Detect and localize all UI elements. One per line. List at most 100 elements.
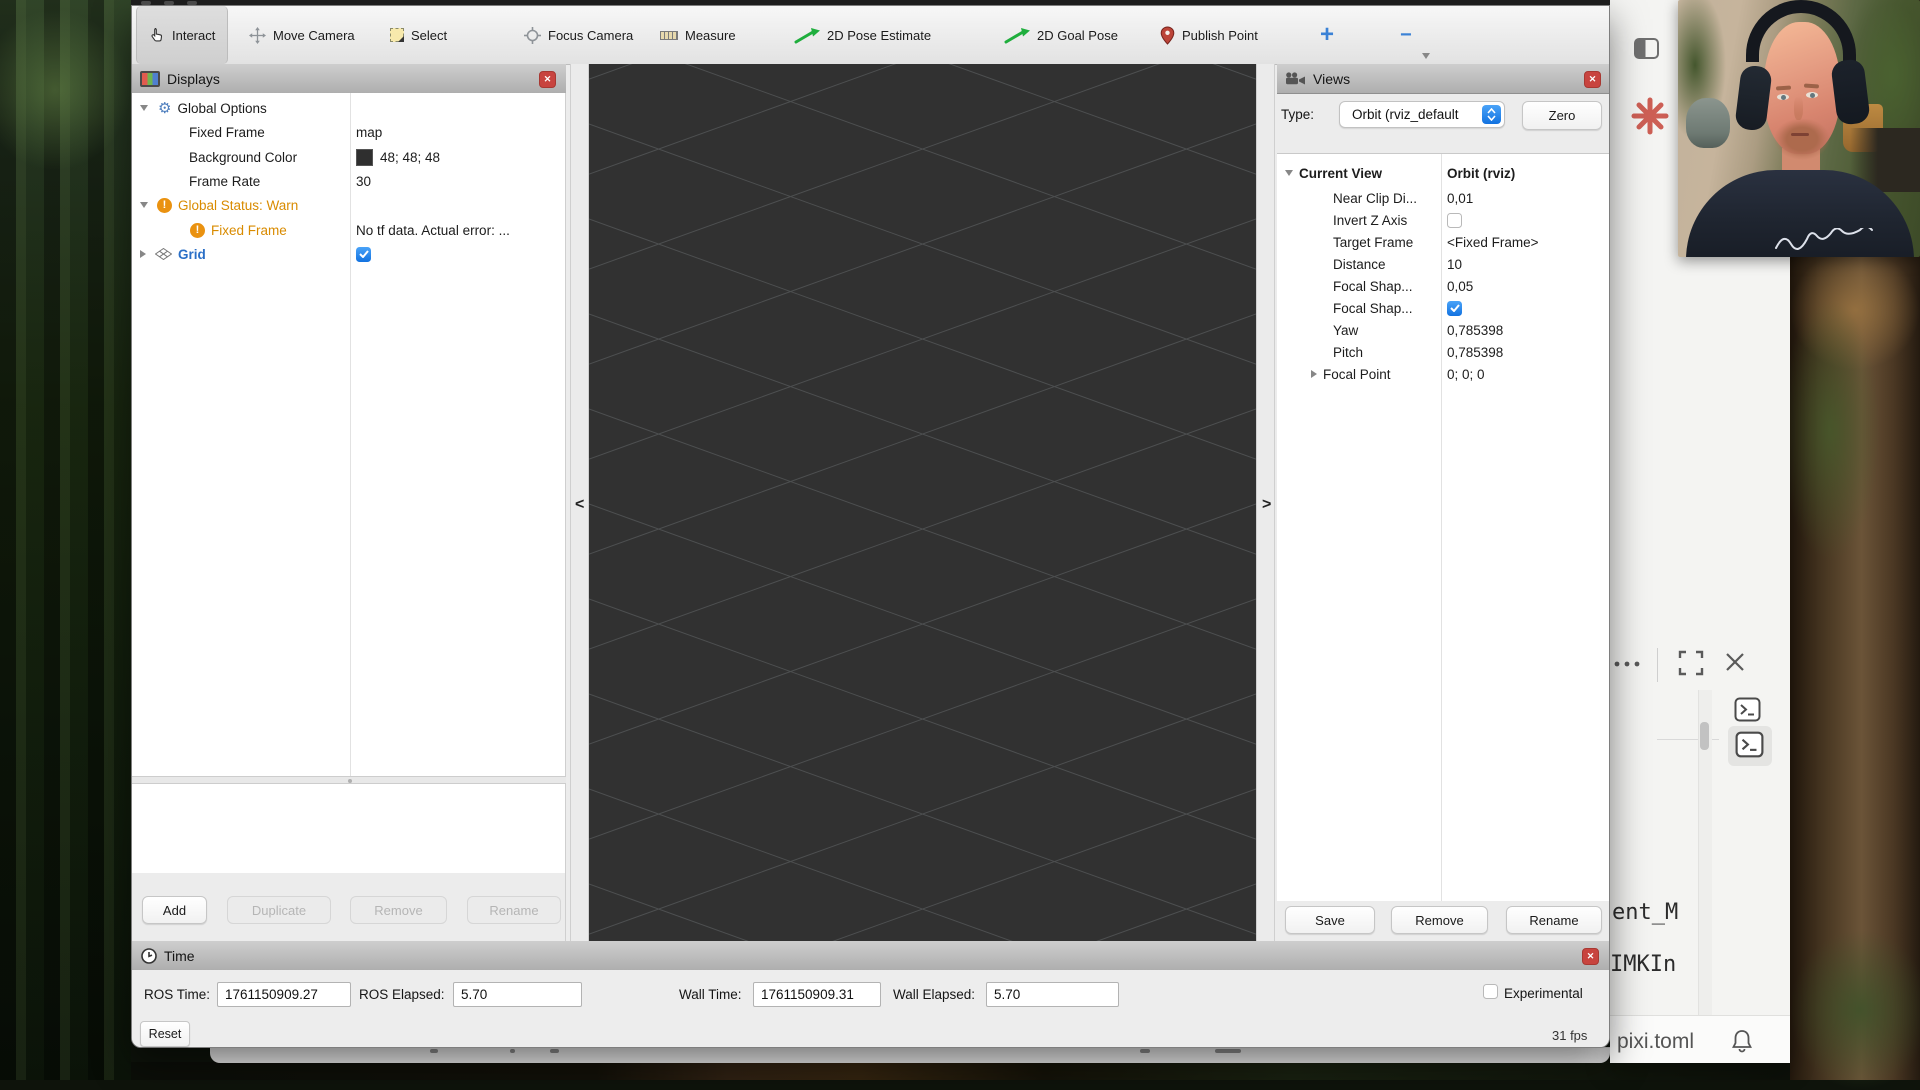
views-tree: Current View Orbit (rviz) Near Clip Di..… xyxy=(1277,153,1609,901)
more-actions-icon[interactable] xyxy=(1612,655,1642,673)
right-panel-collapse-strip: > xyxy=(1256,64,1275,941)
grid-icon xyxy=(155,248,172,260)
traffic-light-icon[interactable] xyxy=(141,1,151,5)
close-window-icon[interactable] xyxy=(1723,650,1747,674)
wallpaper-forest-left xyxy=(0,0,131,1080)
focal-shape-checkbox[interactable] xyxy=(1447,301,1462,316)
views-button-strip: Save Remove Rename xyxy=(1277,901,1609,941)
views-camera-icon xyxy=(1285,72,1306,85)
duplicate-display-button[interactable]: Duplicate xyxy=(227,896,331,924)
display-row-fixed-frame[interactable]: Fixed Frame map xyxy=(132,120,565,144)
add-tool-icon[interactable]: + xyxy=(1320,21,1334,49)
ros-elapsed-input[interactable]: 5.70 xyxy=(453,982,582,1007)
time-panel-header[interactable]: Time ✕ xyxy=(132,941,1609,971)
tool-select[interactable]: Select xyxy=(390,6,447,64)
wall-elapsed-input[interactable]: 5.70 xyxy=(986,982,1119,1007)
tool-measure[interactable]: Measure xyxy=(660,6,736,64)
display-row-global-status[interactable]: ! Global Status: Warn xyxy=(132,193,565,217)
expander-icon[interactable] xyxy=(1311,370,1317,378)
view-row-pitch[interactable]: Pitch 0,785398 xyxy=(1277,341,1609,363)
grid-enabled-checkbox[interactable] xyxy=(356,247,371,262)
tool-2d-goal-pose[interactable]: 2D Goal Pose xyxy=(1004,6,1118,64)
viewport-grid-lines xyxy=(589,64,1256,941)
view-row-focal-point[interactable]: Focal Point 0; 0; 0 xyxy=(1277,363,1609,385)
viewport-3d[interactable] xyxy=(589,64,1256,941)
tool-2d-pose-estimate[interactable]: 2D Pose Estimate xyxy=(794,6,931,64)
move-camera-icon xyxy=(249,27,266,44)
expander-icon[interactable] xyxy=(140,105,148,111)
save-view-button[interactable]: Save xyxy=(1285,906,1375,934)
add-display-button[interactable]: Add xyxy=(142,896,207,924)
tool-publish-point[interactable]: Publish Point xyxy=(1160,6,1258,64)
collapse-right-chevron-icon[interactable]: > xyxy=(1262,496,1271,514)
ros-time-input[interactable]: 1761150909.27 xyxy=(217,982,351,1007)
tool-focus-camera[interactable]: Focus Camera xyxy=(524,6,633,64)
toolbar-overflow-chevron-icon[interactable] xyxy=(1422,53,1430,59)
traffic-light-icon[interactable] xyxy=(164,1,174,5)
reset-button[interactable]: Reset xyxy=(140,1021,190,1047)
zero-button[interactable]: Zero xyxy=(1522,101,1602,130)
color-swatch xyxy=(356,149,373,166)
experimental-checkbox[interactable] xyxy=(1483,984,1498,999)
expander-icon[interactable] xyxy=(1285,170,1293,176)
remove-display-button[interactable]: Remove xyxy=(350,896,447,924)
view-row-focal-shape-size[interactable]: Focal Shap... 0,05 xyxy=(1277,275,1609,297)
view-row-yaw[interactable]: Yaw 0,785398 xyxy=(1277,319,1609,341)
watering-can xyxy=(1686,98,1730,148)
view-row-current-view[interactable]: Current View Orbit (rviz) xyxy=(1277,162,1609,184)
scrollbar-thumb[interactable] xyxy=(1700,722,1709,750)
time-panel-body: ROS Time: 1761150909.27 ROS Elapsed: 5.7… xyxy=(132,970,1609,1047)
view-row-focal-shape-fixed[interactable]: Focal Shap... xyxy=(1277,297,1609,319)
view-type-dropdown[interactable]: Orbit (rviz_default xyxy=(1339,101,1505,128)
focus-camera-icon xyxy=(524,27,541,44)
displays-panel-title: Displays xyxy=(167,71,220,87)
background-window-bottom-bar xyxy=(210,1047,1610,1063)
view-row-invert-z[interactable]: Invert Z Axis xyxy=(1277,209,1609,231)
webcam-overlay xyxy=(1678,0,1920,257)
traffic-light-icon[interactable] xyxy=(187,1,197,5)
collapse-left-chevron-icon[interactable]: < xyxy=(575,496,584,514)
measure-ruler-icon xyxy=(660,31,678,40)
bell-icon[interactable] xyxy=(1731,1029,1753,1053)
close-icon[interactable]: ✕ xyxy=(1584,71,1601,88)
invert-z-checkbox[interactable] xyxy=(1447,213,1462,228)
type-label: Type: xyxy=(1281,107,1314,122)
view-row-target-frame[interactable]: Target Frame <Fixed Frame> xyxy=(1277,231,1609,253)
remove-tool-icon[interactable]: − xyxy=(1400,24,1412,47)
left-panel-collapse-strip: < xyxy=(570,64,589,941)
rviz-window: Interact Move Camera Select Focus Camera xyxy=(131,5,1610,1048)
terminal-icon[interactable] xyxy=(1734,697,1761,722)
display-row-global-options[interactable]: ⚙ Global Options xyxy=(132,96,565,120)
tool-move-camera[interactable]: Move Camera xyxy=(249,6,355,64)
clock-icon xyxy=(141,948,157,964)
sidebar-toggle-icon[interactable] xyxy=(1634,38,1659,59)
clipped-glyph xyxy=(550,1049,559,1053)
wall-time-input[interactable]: 1761150909.31 xyxy=(753,982,881,1007)
remove-view-button[interactable]: Remove xyxy=(1391,906,1488,934)
warning-icon: ! xyxy=(157,198,172,213)
wallpaper-forest-bottom xyxy=(131,1062,1790,1080)
displays-panel-header[interactable]: Displays ✕ xyxy=(132,64,566,94)
maximize-icon[interactable] xyxy=(1678,650,1704,676)
view-row-near-clip[interactable]: Near Clip Di... 0,01 xyxy=(1277,187,1609,209)
expander-icon[interactable] xyxy=(140,202,148,208)
views-panel-header[interactable]: Views ✕ xyxy=(1277,64,1609,94)
headphones-band xyxy=(1746,0,1856,62)
ros-time-label: ROS Time: xyxy=(144,987,210,1002)
display-row-fixed-frame-warning[interactable]: ! Fixed Frame No tf data. Actual error: … xyxy=(132,218,565,242)
display-row-background-color[interactable]: Background Color 48; 48; 48 xyxy=(132,145,565,169)
display-row-frame-rate[interactable]: Frame Rate 30 xyxy=(132,169,565,193)
terminal-icon[interactable] xyxy=(1735,731,1764,758)
tool-interact[interactable]: Interact xyxy=(136,6,228,64)
panel-splitter[interactable] xyxy=(132,776,566,784)
file-name-label[interactable]: pixi.toml xyxy=(1617,1030,1694,1054)
rename-view-button[interactable]: Rename xyxy=(1506,906,1602,934)
close-icon[interactable]: ✕ xyxy=(539,71,556,88)
nose xyxy=(1794,96,1803,120)
asterisk-icon xyxy=(1630,96,1670,136)
gear-icon: ⚙ xyxy=(158,101,171,116)
rename-display-button[interactable]: Rename xyxy=(467,896,561,924)
view-row-distance[interactable]: Distance 10 xyxy=(1277,253,1609,275)
close-icon[interactable]: ✕ xyxy=(1582,948,1599,965)
display-row-grid[interactable]: Grid xyxy=(132,242,565,266)
